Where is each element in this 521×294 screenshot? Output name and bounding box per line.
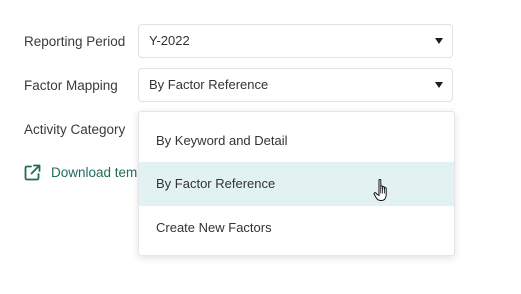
reporting-period-label: Reporting Period <box>24 34 126 49</box>
factor-mapping-label: Factor Mapping <box>24 78 118 93</box>
dropdown-option-label: Create New Factors <box>156 220 272 235</box>
dropdown-option-label: By Factor Reference <box>156 176 276 191</box>
download-template-link[interactable]: Download template <box>24 164 138 182</box>
factor-mapping-dropdown: By Keyword and Detail By Factor Referenc… <box>138 111 455 256</box>
factor-mapping-select[interactable]: By Factor Reference <box>138 68 453 102</box>
chevron-down-icon <box>435 82 443 88</box>
dropdown-option-by-factor-reference[interactable]: By Factor Reference <box>139 162 454 206</box>
factor-mapping-value: By Factor Reference <box>149 77 269 92</box>
hand-pointer-cursor-icon <box>373 178 387 201</box>
reporting-period-select[interactable]: Y-2022 <box>138 24 453 58</box>
dropdown-option-by-keyword-and-detail[interactable]: By Keyword and Detail <box>139 119 454 163</box>
dropdown-option-label: By Keyword and Detail <box>156 133 288 148</box>
dropdown-option-create-new-factors[interactable]: Create New Factors <box>139 206 454 250</box>
chevron-down-icon <box>435 38 443 44</box>
external-link-icon <box>24 164 41 181</box>
reporting-period-value: Y-2022 <box>149 33 190 48</box>
activity-category-label: Activity Category <box>24 122 126 137</box>
download-template-text: Download template <box>51 165 138 180</box>
